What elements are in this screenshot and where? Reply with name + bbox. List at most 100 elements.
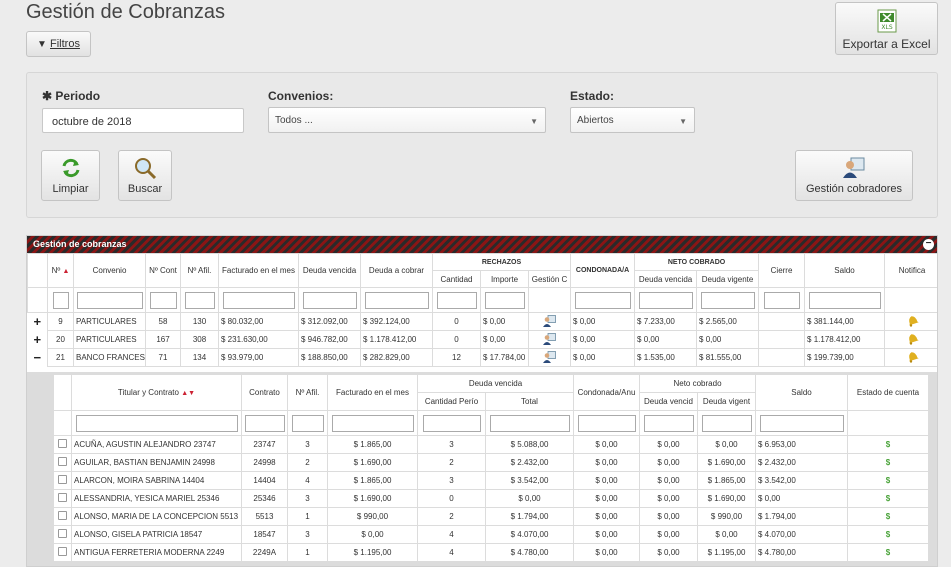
row-checkbox[interactable] xyxy=(58,511,67,520)
filter-titular-input[interactable] xyxy=(75,414,238,432)
col-ncont[interactable]: Nº Cont xyxy=(145,253,181,288)
filter-contrato-input[interactable] xyxy=(244,414,285,432)
filter-ncont-input[interactable] xyxy=(149,291,177,309)
filter-neto-vigente-input[interactable] xyxy=(700,291,755,309)
filter-detail-condonada-input[interactable] xyxy=(577,414,636,432)
detail-row[interactable]: ANTIGUA FERRETERIA MODERNA 2249 2249A 1 $ 1… xyxy=(53,543,929,562)
filter-cantidad-input[interactable] xyxy=(436,291,477,309)
cell-contrato: 5513 xyxy=(241,507,288,526)
expand-toggle-icon[interactable]: − xyxy=(27,348,48,367)
dollar-sign-icon[interactable]: $ xyxy=(886,512,890,521)
filter-neto-vencida-input[interactable] xyxy=(638,291,693,309)
dollar-sign-icon[interactable]: $ xyxy=(886,476,890,485)
estado-select[interactable]: Abiertos ▼ xyxy=(570,107,695,133)
row-checkbox[interactable] xyxy=(58,457,67,466)
table-row[interactable]: −21BANCO FRANCES PAGO71134$ 93.979,00$ 1… xyxy=(27,348,937,367)
gestion-person-icon[interactable] xyxy=(543,350,556,363)
col-importe[interactable]: Importe xyxy=(480,270,529,288)
filter-facturado-input[interactable] xyxy=(222,291,295,309)
row-checkbox[interactable] xyxy=(58,529,67,538)
col-detail-neto-vencida[interactable]: Deuda vencid xyxy=(639,392,698,411)
col-neto-vigente[interactable]: Deuda vigente xyxy=(696,270,760,288)
dollar-sign-icon[interactable]: $ xyxy=(886,440,890,449)
detail-row[interactable]: ALESSANDRIA, YESICA MARIEL 25346 25346 3 $ … xyxy=(53,489,929,508)
col-detail-saldo[interactable]: Saldo xyxy=(755,374,848,411)
cell-neto-vencida: $ 7.233,00 xyxy=(634,312,698,331)
gestion-person-icon[interactable] xyxy=(543,332,556,345)
col-gestion[interactable]: Gestión C xyxy=(527,270,572,288)
cell-total: $ 2.432,00 xyxy=(485,453,574,472)
detail-row[interactable]: ALARCON, MOIRA SABRINA 14404 14404 4 $ 1.86… xyxy=(53,471,929,490)
col-convenio[interactable]: Convenio xyxy=(73,253,146,288)
table-row[interactable]: +9 PARTICULARES 58 130 $ 80.032,00 $ 312.092,… xyxy=(27,312,937,331)
filter-vencida-input[interactable] xyxy=(302,291,357,309)
dollar-sign-icon[interactable]: $ xyxy=(886,494,890,503)
row-checkbox[interactable] xyxy=(58,475,67,484)
dollar-sign-icon[interactable]: $ xyxy=(886,458,890,467)
export-excel-button[interactable]: XLS Exportar a Excel xyxy=(835,2,938,55)
filter-cobrar-input[interactable] xyxy=(364,291,429,309)
col-notif[interactable]: Notifica xyxy=(884,253,937,288)
filter-detail-saldo-input[interactable] xyxy=(759,414,844,432)
dollar-sign-icon[interactable]: $ xyxy=(886,530,890,539)
cell-detail-condonada: $ 0,00 xyxy=(573,525,640,544)
cell-detail-neto-vigente: $ 0,00 xyxy=(697,435,756,454)
col-deuda-vencida[interactable]: Deuda vencida xyxy=(298,253,361,288)
col-detail-nafil[interactable]: Nº Afil. xyxy=(287,374,328,411)
limpiar-button[interactable]: Limpiar xyxy=(41,150,100,201)
row-checkbox[interactable] xyxy=(58,493,67,502)
buscar-button[interactable]: Buscar xyxy=(118,150,172,201)
periodo-input[interactable]: octubre de 2018 xyxy=(42,108,244,133)
collapse-icon[interactable]: − xyxy=(923,239,934,250)
filter-detail-neto-vencida-input[interactable] xyxy=(643,414,694,432)
col-estado-cuenta[interactable]: Estado de cuenta xyxy=(847,374,929,411)
detail-row[interactable]: ALONSO, MARIA DE LA CONCEPCION 5513 5513 1… xyxy=(53,507,929,526)
row-checkbox[interactable] xyxy=(58,439,67,448)
col-total[interactable]: Total xyxy=(485,392,574,411)
col-nafil[interactable]: Nº Afil. xyxy=(180,253,219,288)
filter-detail-neto-vigente-input[interactable] xyxy=(701,414,752,432)
col-detail-condonada[interactable]: Condonada/Anu xyxy=(573,374,640,411)
filter-nafil-input[interactable] xyxy=(184,291,215,309)
gestion-cobradores-button[interactable]: Gestión cobradores xyxy=(795,150,913,201)
filter-detail-nafil-input[interactable] xyxy=(291,414,324,432)
col-contrato[interactable]: Contrato xyxy=(241,374,288,411)
bell-icon[interactable] xyxy=(906,332,919,345)
col-deuda-cobrar[interactable]: Deuda a cobrar xyxy=(360,253,433,288)
col-detail-neto-vigente[interactable]: Deuda vigent xyxy=(697,392,756,411)
col-cantidad-periodos[interactable]: Cantidad Perío xyxy=(417,392,486,411)
filter-importe-input[interactable] xyxy=(484,291,525,309)
dollar-sign-icon[interactable]: $ xyxy=(886,548,890,557)
expand-toggle-icon[interactable]: + xyxy=(27,312,48,331)
col-neto-vencida[interactable]: Deuda vencida xyxy=(634,270,698,288)
filter-convenio-input[interactable] xyxy=(76,291,143,309)
table-row[interactable]: +20 PARTICULARES 167 308 $ 231.630,00 $ 946.7… xyxy=(27,330,937,349)
col-titular[interactable]: Titular y Contrato ▲▼ xyxy=(71,374,242,411)
detail-row[interactable]: AGUILAR, BASTIAN BENJAMIN 24998 24998 2 $ 1… xyxy=(53,453,929,472)
bell-icon[interactable] xyxy=(906,314,919,327)
col-facturado[interactable]: Facturado en el mes xyxy=(218,253,299,288)
col-cierre[interactable]: Cierre xyxy=(758,253,806,288)
convenios-select[interactable]: Todos ... ▼ xyxy=(268,107,546,133)
bell-icon[interactable] xyxy=(906,350,919,363)
col-condonada[interactable]: CONDONADA/A xyxy=(570,253,636,288)
col-saldo[interactable]: Saldo xyxy=(804,253,886,288)
expand-toggle-icon[interactable]: + xyxy=(27,330,48,349)
filter-cierre-input[interactable] xyxy=(763,291,800,309)
filter-num-input[interactable] xyxy=(52,291,69,309)
col-cantidad[interactable]: Cantidad xyxy=(432,270,481,288)
filter-detail-facturado-input[interactable] xyxy=(331,414,414,432)
row-checkbox[interactable] xyxy=(58,547,67,556)
col-detail-facturado[interactable]: Facturado en el mes xyxy=(327,374,418,411)
filter-saldo-input[interactable] xyxy=(808,291,881,309)
gestion-person-icon[interactable] xyxy=(543,314,556,327)
filter-total-input[interactable] xyxy=(489,414,570,432)
sort-icon: ▲▼ xyxy=(181,390,196,397)
cell-cantidad-periodos: 2 xyxy=(417,453,486,472)
detail-row[interactable]: ACUÑA, AGUSTIN ALEJANDRO 23747 23747 3 $ 1.… xyxy=(53,435,929,454)
filtros-button[interactable]: ▼ Filtros xyxy=(26,31,91,57)
detail-row[interactable]: ALONSO, GISELA PATRICIA 18547 18547 3 $ 0,0… xyxy=(53,525,929,544)
filter-cantidad-periodos-input[interactable] xyxy=(422,414,481,432)
filter-condonada-input[interactable] xyxy=(574,291,631,309)
col-num[interactable]: Nº ▲ xyxy=(47,253,74,288)
